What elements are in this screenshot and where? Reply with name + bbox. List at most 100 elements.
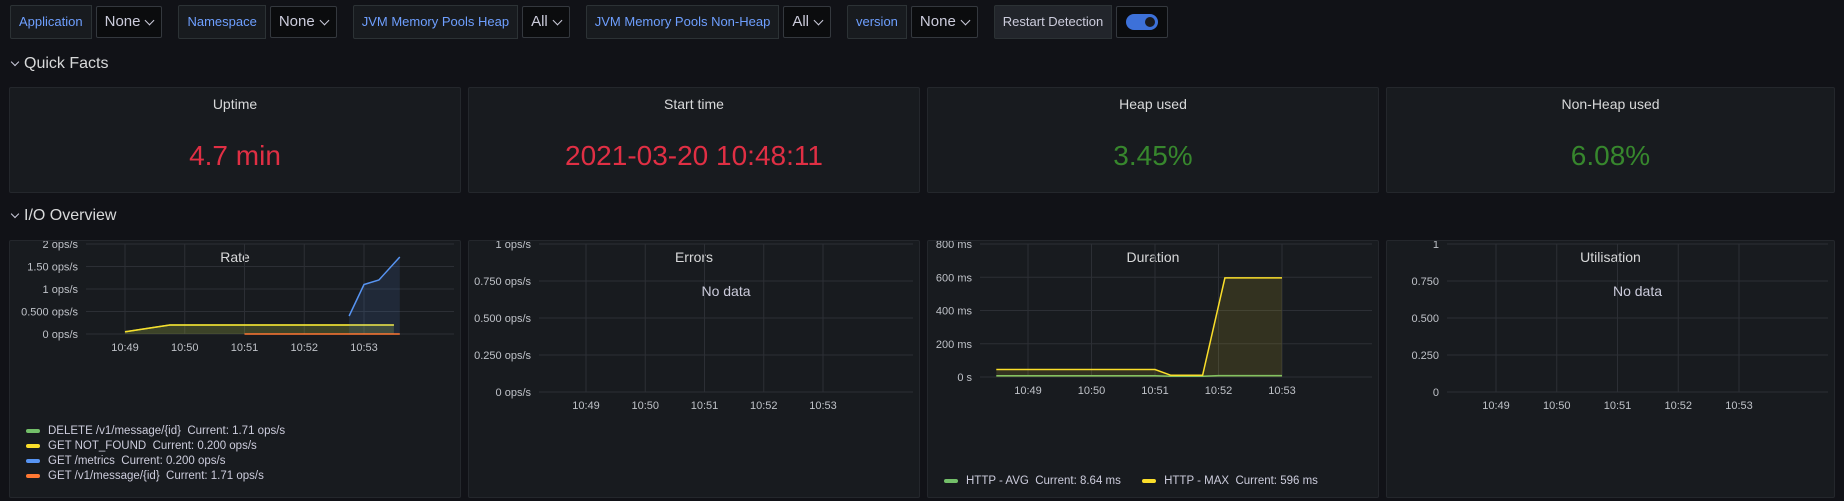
graph-panel-utilisation: Utilisation 0 0.250 0.500 0.750 1 10:49 10:50 1… xyxy=(1386,240,1835,498)
panel-title: Uptime xyxy=(212,96,258,112)
legend-item[interactable]: HTTP - AVG Current: 8.64 ms xyxy=(944,473,1121,488)
chevron-down-icon xyxy=(552,15,563,25)
row-title: I/O Overview xyxy=(24,207,117,224)
legend-item[interactable]: DELETE /v1/message/{id} Current: 1.71 op… xyxy=(26,423,285,438)
y-tick-label: 0.500 ops/s xyxy=(21,307,78,319)
utilisation-chart: 0 0.250 0.500 0.750 1 10:49 10:50 10:51 10:52 10:… xyxy=(1411,241,1828,412)
x-tick-label: 10:50 xyxy=(1543,400,1571,412)
select-value: All xyxy=(531,13,548,30)
y-tick-label: 0.250 ops/s xyxy=(474,350,531,362)
y-tick-label: 0 xyxy=(1433,387,1439,399)
x-tick-label: 10:52 xyxy=(290,342,318,354)
legend-swatch xyxy=(26,443,40,448)
x-tick-label: 10:49 xyxy=(572,400,600,412)
y-tick-label: 1 ops/s xyxy=(496,241,532,251)
legend-name: GET NOT_FOUND xyxy=(48,439,147,452)
legend-swatch xyxy=(26,458,40,463)
legend-current: Current: 0.200 ops/s xyxy=(121,454,226,467)
y-tick-label: 0.250 xyxy=(1411,350,1439,362)
stat-panel-non-heap-used: Non-Heap used 6.08% xyxy=(1386,87,1835,193)
legend-item[interactable]: HTTP - MAX Current: 596 ms xyxy=(1142,473,1318,488)
no-data-message: No data xyxy=(1613,283,1662,299)
legend-current: Current: 1.71 ops/s xyxy=(187,424,286,437)
stat-value: 6.08% xyxy=(1570,140,1651,171)
series-area xyxy=(996,277,1282,377)
variable-label: JVM Memory Pools Non-Heap xyxy=(585,5,780,39)
y-tick-label: 400 ms xyxy=(936,306,973,318)
x-tick-label: 10:53 xyxy=(350,342,378,354)
duration-chart: 0 s 200 ms 400 ms 600 ms 800 ms 10:49 10:50 10:… xyxy=(936,241,1372,397)
stat-value: 3.45% xyxy=(1113,140,1193,171)
panel-title: Start time xyxy=(664,96,724,112)
variable-jvm-heap: JVM Memory Pools Heap All xyxy=(352,5,570,39)
jvm-heap-select[interactable]: All xyxy=(522,6,570,38)
version-select[interactable]: None xyxy=(910,6,978,38)
graph-panel-rate: Rate 0 ops/s 0.500 ops/s 1 ops/s 1.50 ops/s… xyxy=(9,240,461,498)
x-tick-label: 10:52 xyxy=(750,400,778,412)
select-value: None xyxy=(104,13,141,30)
select-value: None xyxy=(278,13,315,30)
legend-swatch xyxy=(26,473,40,478)
row-title: Quick Facts xyxy=(24,55,109,72)
x-tick-label: 10:50 xyxy=(1078,385,1106,397)
x-tick-label: 10:52 xyxy=(1664,400,1692,412)
graph-panel-errors: Errors 0 ops/s 0.250 ops/s 0.500 ops/s 0.75… xyxy=(468,240,920,498)
y-tick-label: 0 s xyxy=(957,372,972,384)
chevron-down-icon xyxy=(319,15,330,25)
legend-current: Current: 1.71 ops/s xyxy=(166,469,264,482)
y-tick-label: 0 ops/s xyxy=(43,329,79,341)
y-tick-label: 1 ops/s xyxy=(43,284,79,296)
variable-restart-detection: Restart Detection xyxy=(993,5,1169,39)
legend-current: Current: 8.64 ms xyxy=(1035,474,1121,487)
chevron-down-icon xyxy=(145,15,155,25)
legend-item[interactable]: GET /v1/message/{id} Current: 1.71 ops/s xyxy=(26,468,285,483)
panel-title: Heap used xyxy=(1119,96,1187,112)
legend-name: GET /metrics xyxy=(48,454,115,467)
row-quick-facts[interactable]: Quick Facts xyxy=(10,55,109,73)
stat-panel-uptime: Uptime 4.7 min xyxy=(9,87,461,193)
legend-name: HTTP - AVG xyxy=(966,474,1029,487)
variable-jvm-nonheap: JVM Memory Pools Non-Heap All xyxy=(585,5,831,39)
x-tick-label: 10:50 xyxy=(171,342,199,354)
application-select[interactable]: None xyxy=(95,6,163,38)
chevron-down-icon xyxy=(813,15,824,25)
restart-detection-toggle-wrap xyxy=(1116,6,1169,38)
x-tick-label: 10:53 xyxy=(809,400,837,412)
x-tick-label: 10:50 xyxy=(631,400,659,412)
stat-value: 2021-03-20 10:48:11 xyxy=(565,140,823,171)
variable-label: Restart Detection xyxy=(993,5,1113,39)
legend-name: GET /v1/message/{id} xyxy=(48,469,160,482)
restart-detection-toggle[interactable] xyxy=(1126,14,1159,30)
row-io-overview[interactable]: I/O Overview xyxy=(10,207,117,225)
variable-version: version None xyxy=(847,5,978,39)
y-tick-label: 600 ms xyxy=(936,272,973,284)
x-tick-label: 10:52 xyxy=(1205,385,1233,397)
y-tick-label: 0.750 xyxy=(1411,276,1439,288)
chevron-down-icon xyxy=(10,209,20,219)
x-tick-label: 10:49 xyxy=(111,342,139,354)
y-tick-label: 0.750 ops/s xyxy=(474,276,531,288)
variable-namespace: Namespace None xyxy=(178,5,337,39)
legend-item[interactable]: GET /metrics Current: 0.200 ops/s xyxy=(26,453,285,468)
jvm-nonheap-select[interactable]: All xyxy=(783,6,831,38)
x-tick-label: 10:49 xyxy=(1482,400,1510,412)
x-tick-label: 10:49 xyxy=(1014,385,1042,397)
rate-legend: DELETE /v1/message/{id} Current: 1.71 op… xyxy=(26,423,285,483)
y-tick-label: 200 ms xyxy=(936,339,973,351)
x-tick-label: 10:51 xyxy=(1141,385,1169,397)
no-data-message: No data xyxy=(701,283,750,299)
variable-label: JVM Memory Pools Heap xyxy=(352,5,519,39)
variable-label: Application xyxy=(10,5,92,39)
legend-name: HTTP - MAX xyxy=(1164,474,1230,487)
legend-swatch xyxy=(1142,478,1157,483)
stat-panel-heap-used: Heap used 3.45% xyxy=(927,87,1379,193)
legend-name: DELETE /v1/message/{id} xyxy=(48,424,181,437)
variable-label: version xyxy=(847,5,907,39)
y-tick-label: 0.500 ops/s xyxy=(474,313,531,325)
y-tick-label: 800 ms xyxy=(936,241,973,251)
namespace-select[interactable]: None xyxy=(269,6,337,38)
y-tick-label: 1.50 ops/s xyxy=(27,262,78,274)
variables-bar: Application None Namespace None JVM Memo… xyxy=(10,5,1169,39)
legend-item[interactable]: GET NOT_FOUND Current: 0.200 ops/s xyxy=(26,438,285,453)
legend-swatch xyxy=(944,478,958,483)
